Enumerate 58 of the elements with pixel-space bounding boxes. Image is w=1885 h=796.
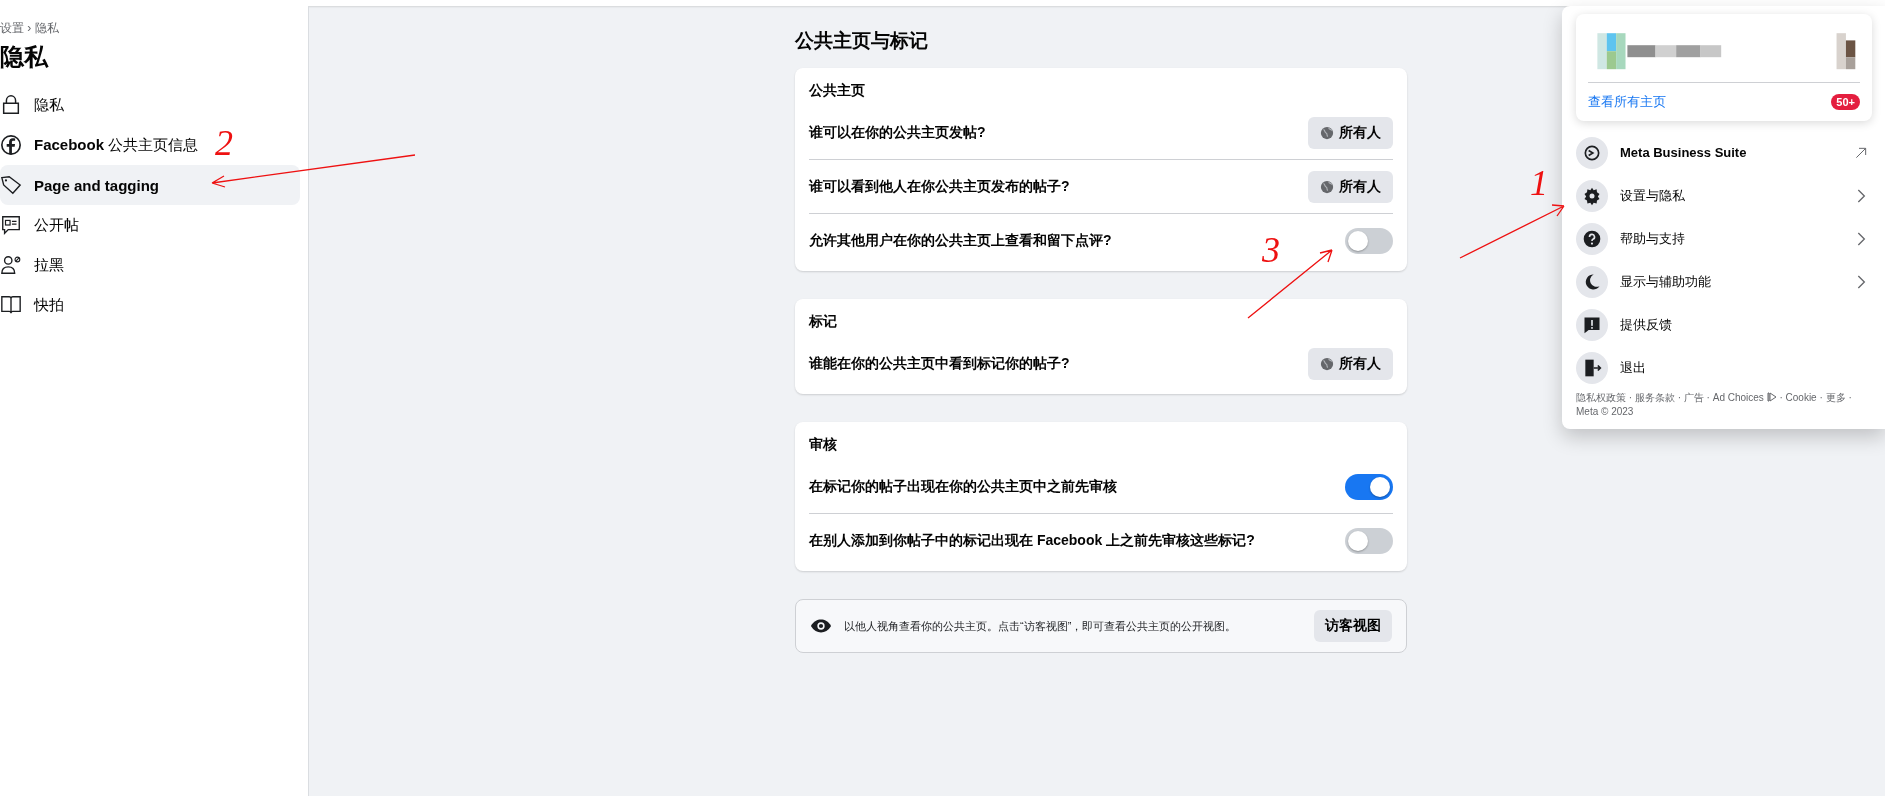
visitor-view-button[interactable]: 访客视图: [1314, 610, 1392, 642]
setting-label: 谁可以在你的公共主页发帖?: [809, 123, 986, 142]
footer-link[interactable]: Cookie: [1785, 392, 1817, 403]
menu-item[interactable]: 提供反馈: [1576, 303, 1869, 346]
footer-link[interactable]: 更多: [1825, 392, 1846, 403]
sidebar-item[interactable]: 拉黑: [0, 245, 70, 285]
setting-label: 在别人添加到你帖子中的标记出现在 Facebook 上之前先审核这些标记?: [809, 531, 1255, 550]
sidebar-item[interactable]: Page and tagging: [0, 165, 300, 205]
annotation-number: 2: [215, 123, 233, 163]
lock-icon: [0, 94, 22, 116]
sidebar-item[interactable]: 快拍: [0, 285, 70, 325]
setting-label: 在标记你的帖子出现在你的公共主页中之前先审核: [809, 477, 1117, 496]
footer-link[interactable]: Ad Choices: [1712, 392, 1764, 403]
menu-item[interactable]: 设置与隐私: [1576, 174, 1869, 217]
toggle-switch[interactable]: [1345, 227, 1393, 254]
footer-link[interactable]: 服务条款: [1634, 392, 1675, 403]
card-title: 审核: [809, 436, 837, 454]
menu-item[interactable]: 显示与辅助功能: [1576, 260, 1869, 303]
facebook-icon: [0, 134, 22, 156]
notification-badge: 50+: [1831, 94, 1860, 110]
ad-choices-icon: [1766, 392, 1777, 402]
book-icon: [0, 294, 22, 316]
annotation-number: 3: [1262, 230, 1280, 270]
info-text: 以他人视角查看你的公共主页。点击“访客视图”，即可查看公共主页的公开视图。: [844, 618, 1238, 634]
audience-button[interactable]: 所有人: [1308, 170, 1393, 203]
sidebar-item[interactable]: Facebook 公共主页信息: [0, 125, 205, 165]
annotation-number: 1: [1530, 163, 1548, 203]
sidebar-item[interactable]: 公开帖: [0, 205, 85, 245]
logout-icon: [1582, 357, 1602, 378]
page-title: 隐私: [0, 42, 48, 72]
sidebar-item[interactable]: 隐私: [0, 85, 70, 125]
setting-label: 谁能在你的公共主页中看到标记你的帖子?: [809, 354, 1070, 373]
setting-label: 谁可以看到他人在你公共主页发布的帖子?: [809, 177, 1070, 196]
see-all-pages-link[interactable]: 查看所有主页: [1588, 93, 1666, 111]
section-title: 公共主页与标记: [795, 29, 928, 53]
audience-button[interactable]: 所有人: [1308, 116, 1393, 149]
menu-item[interactable]: 帮助与支持: [1576, 217, 1869, 260]
speech-bubble-icon: [0, 214, 22, 236]
card-title: 公共主页: [809, 82, 865, 100]
help-icon: [1582, 228, 1602, 249]
menu-item[interactable]: 退出: [1576, 346, 1869, 389]
footer-link[interactable]: 隐私权政策: [1576, 392, 1626, 403]
person-block-icon: [0, 254, 22, 276]
globe-icon: [1320, 179, 1334, 194]
tag-icon: [0, 174, 22, 196]
audience-button[interactable]: 所有人: [1308, 347, 1393, 380]
toggle-switch[interactable]: [1345, 473, 1393, 500]
toggle-switch[interactable]: [1345, 527, 1393, 554]
globe-icon: [1320, 125, 1334, 140]
settings-icon: [1582, 185, 1602, 206]
card-title: 标记: [809, 313, 837, 331]
menu-item[interactable]: Meta Business Suite: [1576, 131, 1869, 174]
setting-label: 允许其他用户在你的公共主页上查看和留下点评?: [809, 231, 1112, 250]
breadcrumb: 设置 › 隐私: [0, 20, 59, 37]
footer-links: 隐私权政策 · 服务条款 · 广告 · Ad Choices · Cookie · 更多 · Meta © 2023: [1576, 391, 1853, 419]
footer-link[interactable]: 广告: [1683, 392, 1704, 403]
eye-icon: [810, 618, 832, 634]
globe-icon: [1320, 356, 1334, 371]
